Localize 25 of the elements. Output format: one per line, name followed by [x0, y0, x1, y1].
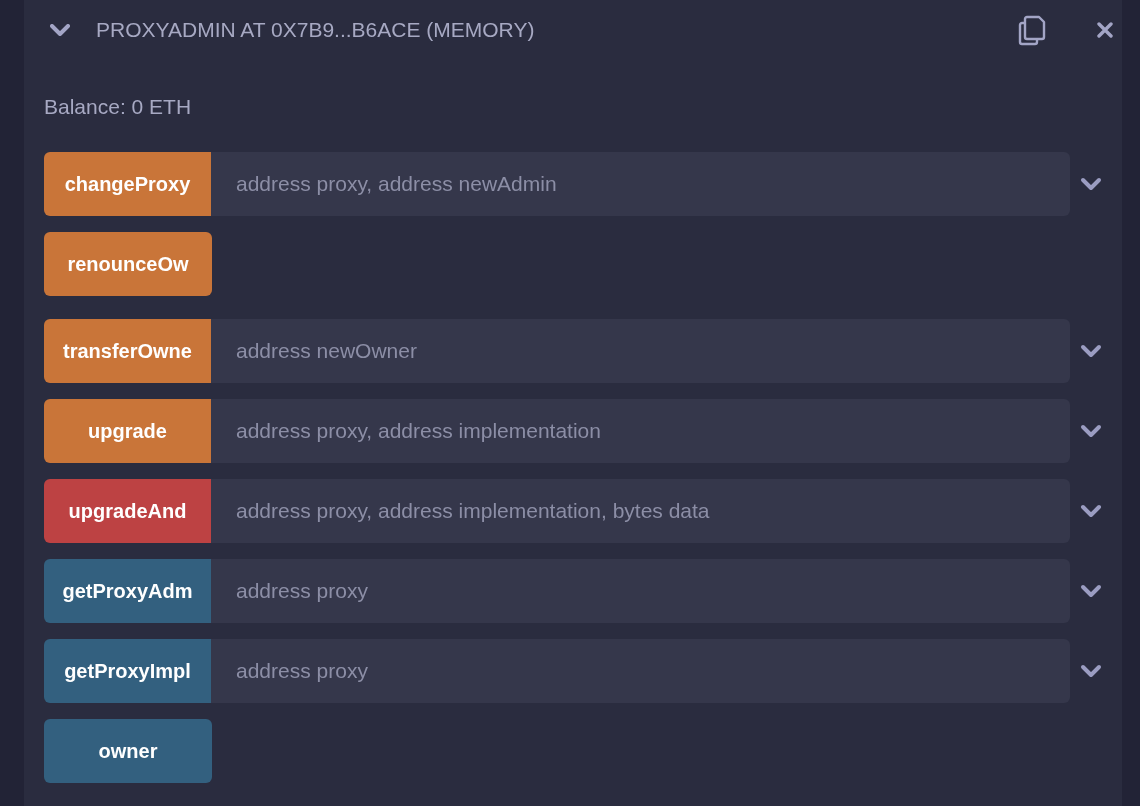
input-field[interactable]: address newOwner	[211, 319, 1070, 383]
chevron-down-icon[interactable]	[1080, 584, 1102, 598]
function-button[interactable]: getProxyImpl	[44, 639, 211, 703]
function-button[interactable]: transferOwne	[44, 319, 211, 383]
chevron-down-icon[interactable]	[1080, 177, 1102, 191]
input-field[interactable]: address proxy, address newAdmin	[211, 152, 1070, 216]
input-field[interactable]: address proxy	[211, 559, 1070, 623]
function-button[interactable]: getProxyAdm	[44, 559, 211, 623]
balance-text: Balance: 0 ETH	[44, 94, 192, 120]
chevron-down-icon[interactable]	[1080, 424, 1102, 438]
chevron-icon[interactable]	[50, 24, 70, 36]
chevron-down-icon[interactable]	[1080, 344, 1102, 358]
chevron-down-icon[interactable]	[1080, 664, 1102, 678]
input-field[interactable]: address proxy, address implementation	[211, 399, 1070, 463]
close-icon[interactable]	[1097, 22, 1113, 38]
function-button[interactable]: upgrade	[44, 399, 211, 463]
input-field[interactable]: address proxy, address implementation, bytes data	[211, 479, 1070, 543]
function-button[interactable]: upgradeAnd	[44, 479, 211, 543]
function-button[interactable]: renounceOw	[44, 232, 212, 296]
function-button[interactable]: owner	[44, 719, 212, 783]
copy-icon[interactable]	[1018, 14, 1046, 46]
contract-title: PROXYADMIN AT 0X7B9...B6ACE (MEMORY)	[96, 18, 535, 42]
chevron-down-icon[interactable]	[1080, 504, 1102, 518]
function-button[interactable]: changeProxy	[44, 152, 211, 216]
input-field[interactable]: address proxy	[211, 639, 1070, 703]
